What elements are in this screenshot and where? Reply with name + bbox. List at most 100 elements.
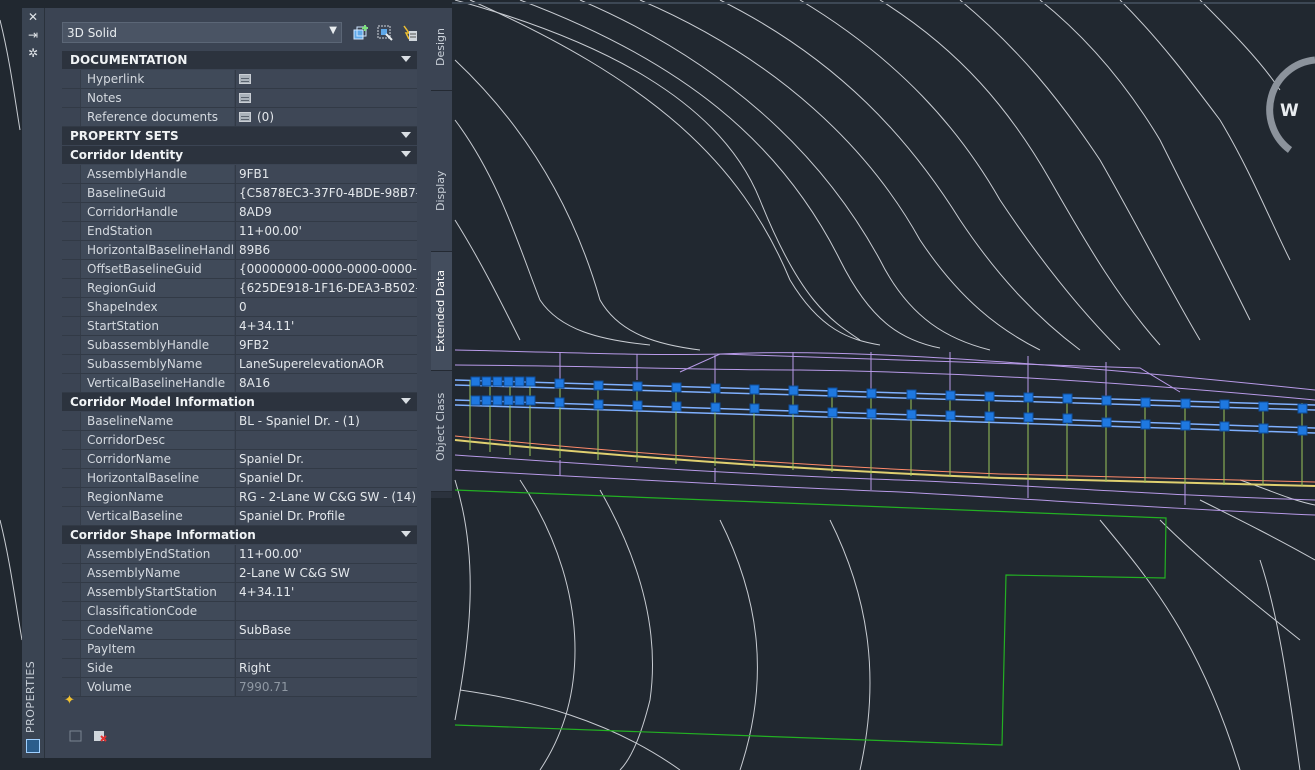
property-row-baselinename[interactable]: BaselineName BL - Spaniel Dr. - (1) [62, 412, 417, 431]
property-row-notes[interactable]: Notes [62, 89, 417, 108]
property-value[interactable]: 4+34.11' [235, 583, 417, 601]
property-row-offsetbaselineguid[interactable]: OffsetBaselineGuid {00000000-0000-0000-00… [62, 260, 417, 279]
property-row-corridordesc[interactable]: CorridorDesc [62, 431, 417, 450]
property-value[interactable]: RG - 2-Lane W C&G SW - (14) [235, 488, 417, 506]
property-row-assemblystartstation[interactable]: AssemblyStartStation 4+34.11' [62, 583, 417, 602]
tab-object-class[interactable]: Object Class [431, 371, 452, 492]
property-value[interactable]: BL - Spaniel Dr. - (1) [235, 412, 417, 430]
property-name: SubassemblyName [80, 355, 234, 373]
property-row-assemblyhandle[interactable]: AssemblyHandle 9FB1 [62, 165, 417, 184]
collapse-chevron-icon[interactable] [401, 398, 411, 404]
select-objects-icon[interactable] [376, 24, 394, 42]
collapse-chevron-icon[interactable] [401, 531, 411, 537]
property-value[interactable]: 89B6 [235, 241, 417, 259]
property-value[interactable]: 9FB2 [235, 336, 417, 354]
toggle-pickadd-icon[interactable] [352, 24, 370, 42]
viewcube-compass[interactable]: W [1266, 56, 1315, 153]
property-value[interactable]: 0 [235, 298, 417, 316]
auto-hide-icon[interactable]: ⇥ [25, 28, 41, 42]
property-row-verticalbaselinehandle[interactable]: VerticalBaselineHandle 8A16 [62, 374, 417, 393]
property-row-reference-documents[interactable]: Reference documents (0) [62, 108, 417, 127]
property-row-volume[interactable]: Volume 7990.71 [62, 678, 417, 697]
tab-display[interactable]: Display [431, 91, 452, 252]
property-row-horizontalbaseline[interactable]: HorizontalBaseline Spaniel Dr. [62, 469, 417, 488]
property-value[interactable]: 7990.71 [235, 678, 417, 696]
property-row-endstation[interactable]: EndStation 11+00.00' [62, 222, 417, 241]
property-name: CorridorHandle [80, 203, 234, 221]
property-value[interactable]: Spaniel Dr. [235, 469, 417, 487]
property-row-codename[interactable]: CodeName SubBase [62, 621, 417, 640]
tab-design[interactable]: Design [431, 8, 452, 91]
property-value[interactable]: Spaniel Dr. [235, 450, 417, 468]
property-value[interactable]: 8A16 [235, 374, 417, 392]
property-row-regionname[interactable]: RegionName RG - 2-Lane W C&G SW - (14) [62, 488, 417, 507]
property-row-subassemblyhandle[interactable]: SubassemblyHandle 9FB2 [62, 336, 417, 355]
property-value[interactable]: 11+00.00' [235, 545, 417, 563]
property-value[interactable]: Right [235, 659, 417, 677]
settings-icon[interactable]: ✲ [25, 46, 41, 60]
close-icon[interactable]: ✕ [25, 10, 41, 24]
row-gutter [62, 621, 80, 639]
property-row-assemblyname[interactable]: AssemblyName 2-Lane W C&G SW [62, 564, 417, 583]
property-value[interactable] [235, 602, 417, 620]
collapse-chevron-icon[interactable] [401, 151, 411, 157]
section-header-documentation[interactable]: DOCUMENTATION [62, 51, 417, 70]
delete-property-set-icon[interactable] [93, 729, 107, 743]
property-value[interactable]: 11+00.00' [235, 222, 417, 240]
property-value[interactable]: {00000000-0000-0000-0000-0... [235, 260, 417, 278]
property-row-side[interactable]: Side Right [62, 659, 417, 678]
property-value[interactable]: 8AD9 [235, 203, 417, 221]
add-property-icon[interactable]: ✦ [64, 693, 80, 708]
property-value[interactable] [235, 89, 417, 107]
palette-title-strip[interactable]: ✕ ⇥ ✲ PROPERTIES [22, 8, 45, 758]
edit-icon[interactable] [69, 729, 83, 743]
section-header-property-sets[interactable]: PROPERTY SETS [62, 127, 417, 146]
property-name: CodeName [80, 621, 234, 639]
property-value[interactable]: (0) [235, 108, 417, 126]
property-row-corridorhandle[interactable]: CorridorHandle 8AD9 [62, 203, 417, 222]
property-value-text: LaneSuperelevationAOR [239, 357, 385, 371]
property-row-horizontalbaselinehandle[interactable]: HorizontalBaselineHandle 89B6 [62, 241, 417, 260]
property-row-regionguid[interactable]: RegionGuid {625DE918-1F16-DEA3-B502-... [62, 279, 417, 298]
section-header-corridor-identity[interactable]: Corridor Identity [62, 146, 417, 165]
property-value[interactable]: LaneSuperelevationAOR [235, 355, 417, 373]
row-gutter [62, 184, 80, 202]
property-row-corridorname[interactable]: CorridorName Spaniel Dr. [62, 450, 417, 469]
section-header-corridor-shape-information[interactable]: Corridor Shape Information [62, 526, 417, 545]
property-name: HorizontalBaseline [80, 469, 234, 487]
property-row-shapeindex[interactable]: ShapeIndex 0 [62, 298, 417, 317]
property-value[interactable]: SubBase [235, 621, 417, 639]
property-value[interactable] [235, 431, 417, 449]
property-row-baselineguid[interactable]: BaselineGuid {C5878EC3-37F0-4BDE-98B7-... [62, 184, 417, 203]
property-value[interactable]: 9FB1 [235, 165, 417, 183]
property-row-assemblyendstation[interactable]: AssemblyEndStation 11+00.00' [62, 545, 417, 564]
property-row-payitem[interactable]: PayItem [62, 640, 417, 659]
object-type-dropdown[interactable]: 3D Solid ▼ [62, 22, 342, 43]
property-value[interactable] [235, 640, 417, 658]
doc-icon[interactable] [239, 74, 251, 84]
property-value[interactable]: 2-Lane W C&G SW [235, 564, 417, 582]
property-row-subassemblyname[interactable]: SubassemblyName LaneSuperelevationAOR [62, 355, 417, 374]
collapse-chevron-icon[interactable] [401, 56, 411, 62]
property-value[interactable]: 4+34.11' [235, 317, 417, 335]
property-value[interactable] [235, 70, 417, 88]
property-row-verticalbaseline[interactable]: VerticalBaseline Spaniel Dr. Profile [62, 507, 417, 526]
property-value[interactable]: Spaniel Dr. Profile [235, 507, 417, 525]
section-header-corridor-model-information[interactable]: Corridor Model Information [62, 393, 417, 412]
doc-icon[interactable] [239, 112, 251, 122]
property-row-classificationcode[interactable]: ClassificationCode [62, 602, 417, 621]
row-gutter [62, 203, 80, 221]
quick-select-icon[interactable] [400, 24, 418, 42]
property-row-hyperlink[interactable]: Hyperlink [62, 70, 417, 89]
corridor[interactable] [454, 349, 1315, 516]
property-value-text: 8AD9 [239, 205, 272, 219]
palette-properties-icon[interactable] [26, 739, 40, 753]
doc-icon[interactable] [239, 93, 251, 103]
tab-extended-data[interactable]: Extended Data [431, 252, 452, 371]
property-row-startstation[interactable]: StartStation 4+34.11' [62, 317, 417, 336]
property-name: AssemblyStartStation [80, 583, 234, 601]
row-gutter [62, 222, 80, 240]
property-value[interactable]: {C5878EC3-37F0-4BDE-98B7-... [235, 184, 417, 202]
collapse-chevron-icon[interactable] [401, 132, 411, 138]
property-value[interactable]: {625DE918-1F16-DEA3-B502-... [235, 279, 417, 297]
